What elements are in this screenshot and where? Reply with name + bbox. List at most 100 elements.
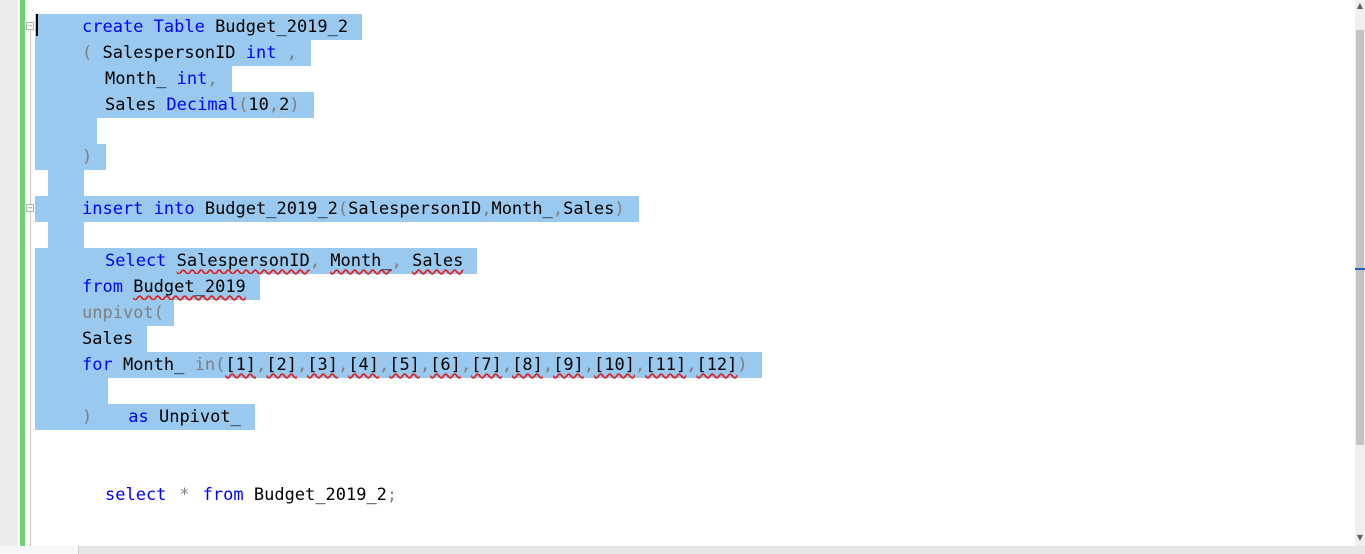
identifier: SalespersonID: [348, 199, 482, 219]
selection-blank-line: [35, 378, 108, 404]
code-line[interactable]: ( SalespersonID int ,: [35, 40, 311, 66]
outline-guide: [30, 22, 31, 546]
operator: ,: [686, 355, 697, 375]
keyword: from: [82, 277, 123, 297]
identifier: [9]: [553, 355, 584, 375]
code-line[interactable]: unpivot(: [35, 300, 174, 326]
identifier: SalespersonID: [176, 251, 310, 271]
operator: ,: [501, 355, 513, 375]
identifier: [7]: [471, 355, 502, 375]
code-line[interactable]: select * from Budget_2019_2;: [35, 482, 397, 508]
scroll-down-icon[interactable]: ▼: [1355, 532, 1365, 544]
operator: in(: [194, 355, 226, 375]
keyword: from: [202, 485, 244, 505]
identifier: Sales: [412, 251, 464, 271]
identifier: [11]: [645, 355, 687, 375]
operator: ,: [207, 69, 218, 89]
collapse-icon[interactable]: −: [26, 204, 34, 212]
operator: (: [337, 199, 349, 219]
identifier: Sales: [105, 95, 167, 115]
code-line[interactable]: Sales: [35, 326, 148, 352]
operator: ,: [583, 355, 595, 375]
keyword: insert into: [82, 199, 195, 219]
identifier: Budget_2019_2: [204, 17, 349, 37]
collapse-icon[interactable]: −: [26, 22, 34, 30]
operator: ,: [552, 199, 564, 219]
keyword: for: [82, 355, 113, 375]
keyword: as: [128, 407, 149, 427]
identifier: Sales: [82, 329, 134, 349]
identifier: [4]: [348, 355, 379, 375]
keyword: Decimal: [166, 95, 239, 115]
identifier: [3]: [307, 355, 338, 375]
caret-position-marker: [1355, 268, 1365, 270]
identifier: [2]: [266, 355, 298, 375]
identifier: Month_: [491, 199, 553, 219]
code-line[interactable]: create Table Budget_2019_2: [35, 14, 363, 40]
operator: ,: [542, 355, 554, 375]
operator: ,: [460, 355, 472, 375]
identifier: Month_: [330, 251, 392, 271]
identifier: Month_: [112, 355, 195, 375]
operator: unpivot(: [82, 303, 164, 323]
number: 10: [248, 95, 269, 115]
operator: ,: [309, 251, 320, 271]
operator: ): [82, 407, 93, 427]
code-line[interactable]: Sales Decimal(10,2): [35, 92, 314, 118]
operator: ): [737, 355, 748, 375]
glyph-margin: [0, 0, 18, 546]
code-line[interactable]: Month_ int,: [35, 66, 232, 92]
code-line[interactable]: insert into Budget_2019_2(SalespersonID,…: [35, 196, 639, 222]
operator: ,: [256, 355, 267, 375]
code-line[interactable]: ) as Unpivot_: [35, 404, 255, 430]
identifier: Month_: [105, 69, 177, 89]
identifier: [8]: [512, 355, 543, 375]
selection-blank-line: [35, 118, 97, 144]
change-tracking-bar: [20, 0, 25, 546]
identifier: [5]: [389, 355, 420, 375]
operator: ): [82, 147, 93, 167]
operator: ,: [391, 251, 402, 271]
scrollbar-thumb[interactable]: [1356, 30, 1364, 445]
identifier: [12]: [696, 355, 738, 375]
horizontal-scrollbar[interactable]: [0, 546, 1365, 554]
code-line[interactable]: for Month_ in([1],[2],[3],[4],[5],[6],[7…: [35, 352, 762, 378]
identifier: SalespersonID: [102, 43, 246, 63]
keyword: Select: [105, 251, 167, 271]
code-line[interactable]: ): [35, 144, 107, 170]
zoom-box[interactable]: [0, 546, 79, 554]
operator: ;: [386, 485, 398, 505]
identifier: Budget_2019_2: [243, 485, 387, 505]
vertical-scrollbar[interactable]: ▲ ▼: [1355, 0, 1365, 546]
operator: ,: [635, 355, 646, 375]
scroll-up-icon[interactable]: ▲: [1355, 0, 1365, 12]
keyword: int: [176, 69, 208, 89]
sql-editor[interactable]: − − create Table Budget_2019_2 ( Salespe…: [0, 0, 1355, 546]
keyword: int: [245, 43, 277, 63]
operator: ,: [297, 355, 308, 375]
operator: ,: [378, 355, 390, 375]
operator: ,: [481, 199, 492, 219]
identifier: Unpivot_: [148, 407, 241, 427]
text-caret: [36, 14, 38, 36]
code-line[interactable]: Select SalespersonID, Month_, Sales: [35, 248, 478, 274]
identifier: [10]: [594, 355, 635, 375]
operator: ,: [337, 355, 349, 375]
identifier: [6]: [430, 355, 461, 375]
operator: ): [289, 95, 300, 115]
operator: (: [82, 43, 103, 63]
operator: ,: [276, 43, 297, 63]
selection-blank-line: [48, 170, 84, 196]
identifier: [1]: [225, 355, 257, 375]
operator: ,: [268, 95, 280, 115]
identifier: Budget_2019: [133, 277, 246, 297]
identifier: Budget_2019_2: [194, 199, 338, 219]
code-line[interactable]: from Budget_2019: [35, 274, 260, 300]
operator: *: [179, 485, 190, 505]
operator: ,: [419, 355, 431, 375]
number: 2: [279, 95, 290, 115]
